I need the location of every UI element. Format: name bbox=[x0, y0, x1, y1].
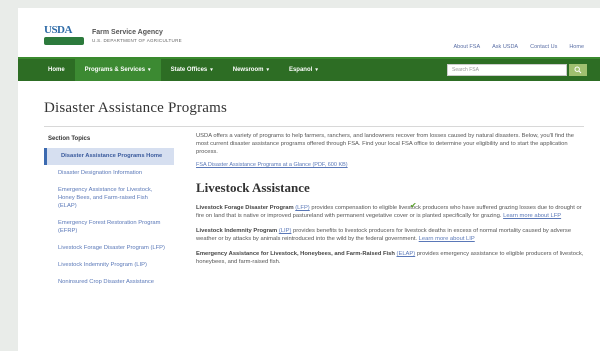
program-lfp: Livestock Forage Disaster Program (LFP) … bbox=[196, 204, 588, 220]
main-content: USDA offers a variety of programs to hel… bbox=[196, 132, 588, 273]
nav-state-offices[interactable]: State Offices ▾ bbox=[161, 59, 223, 81]
chevron-down-icon: ▾ bbox=[210, 67, 213, 73]
learn-more-link[interactable]: Learn more about LFP bbox=[503, 213, 561, 219]
utility-link-ask[interactable]: Ask USDA bbox=[492, 44, 518, 50]
usda-logo[interactable]: USDA bbox=[44, 24, 84, 48]
nav-programs-label: Programs & Services bbox=[84, 67, 146, 73]
program-abbr[interactable]: (LFP) bbox=[295, 205, 310, 211]
program-lip: Livestock Indemnity Program (LIP) provid… bbox=[196, 227, 588, 243]
logo-bar bbox=[44, 37, 84, 45]
agency-subtitle: U.S. DEPARTMENT OF AGRICULTURE bbox=[92, 38, 182, 43]
page-title: Disaster Assistance Programs bbox=[44, 100, 228, 116]
utility-link-about[interactable]: About FSA bbox=[454, 44, 481, 50]
program-abbr[interactable]: (ELAP) bbox=[397, 251, 416, 257]
utility-links: About FSA Ask USDA Contact Us Home bbox=[454, 44, 584, 50]
page-container: USDA Farm Service Agency U.S. DEPARTMENT… bbox=[18, 8, 600, 351]
nav-espanol-label: Espanol bbox=[288, 67, 313, 73]
program-elap: Emergency Assistance for Livestock, Hone… bbox=[196, 250, 588, 266]
program-abbr[interactable]: (LIP) bbox=[279, 228, 292, 234]
program-name: Livestock Forage Disaster Program bbox=[196, 205, 294, 211]
logo-text: USDA bbox=[44, 24, 72, 36]
intro-paragraph: USDA offers a variety of programs to hel… bbox=[196, 133, 574, 155]
sidebar: Section Topics Disaster Assistance Progr… bbox=[44, 130, 174, 291]
chevron-down-icon: ▾ bbox=[148, 67, 151, 73]
search-input[interactable]: Search FSA bbox=[447, 64, 567, 76]
program-name: Emergency Assistance for Livestock, Hone… bbox=[196, 251, 395, 257]
utility-link-home[interactable]: Home bbox=[569, 44, 584, 50]
nav-newsroom-label: Newsroom bbox=[232, 67, 264, 73]
glance-link[interactable]: FSA Disaster Assistance Programs at a Gl… bbox=[196, 162, 588, 168]
nav-state-label: State Offices bbox=[170, 67, 208, 73]
nav-home[interactable]: Home bbox=[38, 59, 75, 81]
title-divider bbox=[44, 126, 584, 127]
section-heading: Livestock Assistance bbox=[196, 180, 310, 195]
sidebar-item-home[interactable]: Disaster Assistance Programs Home bbox=[44, 148, 174, 165]
agency-name: Farm Service Agency bbox=[92, 29, 163, 36]
agency-title: Farm Service Agency U.S. DEPARTMENT OF A… bbox=[92, 29, 182, 43]
learn-more-link[interactable]: Learn more about LIP bbox=[419, 236, 475, 242]
search-button[interactable] bbox=[569, 64, 587, 76]
sidebar-item-designation[interactable]: Disaster Designation Information bbox=[44, 165, 174, 182]
check-icon: ✔ bbox=[410, 201, 417, 210]
nav-home-label: Home bbox=[48, 67, 65, 73]
sidebar-item-efrp[interactable]: Emergency Forest Restoration Program (EF… bbox=[44, 215, 174, 240]
main-navigation: Home Programs & Services ▾ State Offices ▾… bbox=[18, 57, 600, 81]
search-icon bbox=[574, 66, 582, 74]
program-name: Livestock Indemnity Program bbox=[196, 228, 278, 234]
sidebar-item-lfp[interactable]: Livestock Forage Disaster Program (LFP) bbox=[44, 240, 174, 257]
nav-newsroom[interactable]: Newsroom ▾ bbox=[223, 59, 279, 81]
sidebar-item-elap[interactable]: Emergency Assistance for Livestock, Hone… bbox=[44, 182, 174, 215]
nav-espanol[interactable]: Espanol ▾ bbox=[279, 59, 328, 81]
chevron-down-icon: ▾ bbox=[266, 67, 269, 73]
sidebar-item-lip[interactable]: Livestock Indemnity Program (LIP) bbox=[44, 257, 174, 274]
sidebar-item-nap[interactable]: Noninsured Crop Disaster Assistance bbox=[44, 274, 174, 291]
nav-programs-services[interactable]: Programs & Services ▾ bbox=[74, 59, 161, 81]
site-header: USDA Farm Service Agency U.S. DEPARTMENT… bbox=[44, 24, 182, 48]
utility-link-contact[interactable]: Contact Us bbox=[530, 44, 557, 50]
sidebar-heading: Section Topics bbox=[48, 136, 91, 142]
chevron-down-icon: ▾ bbox=[315, 67, 318, 73]
